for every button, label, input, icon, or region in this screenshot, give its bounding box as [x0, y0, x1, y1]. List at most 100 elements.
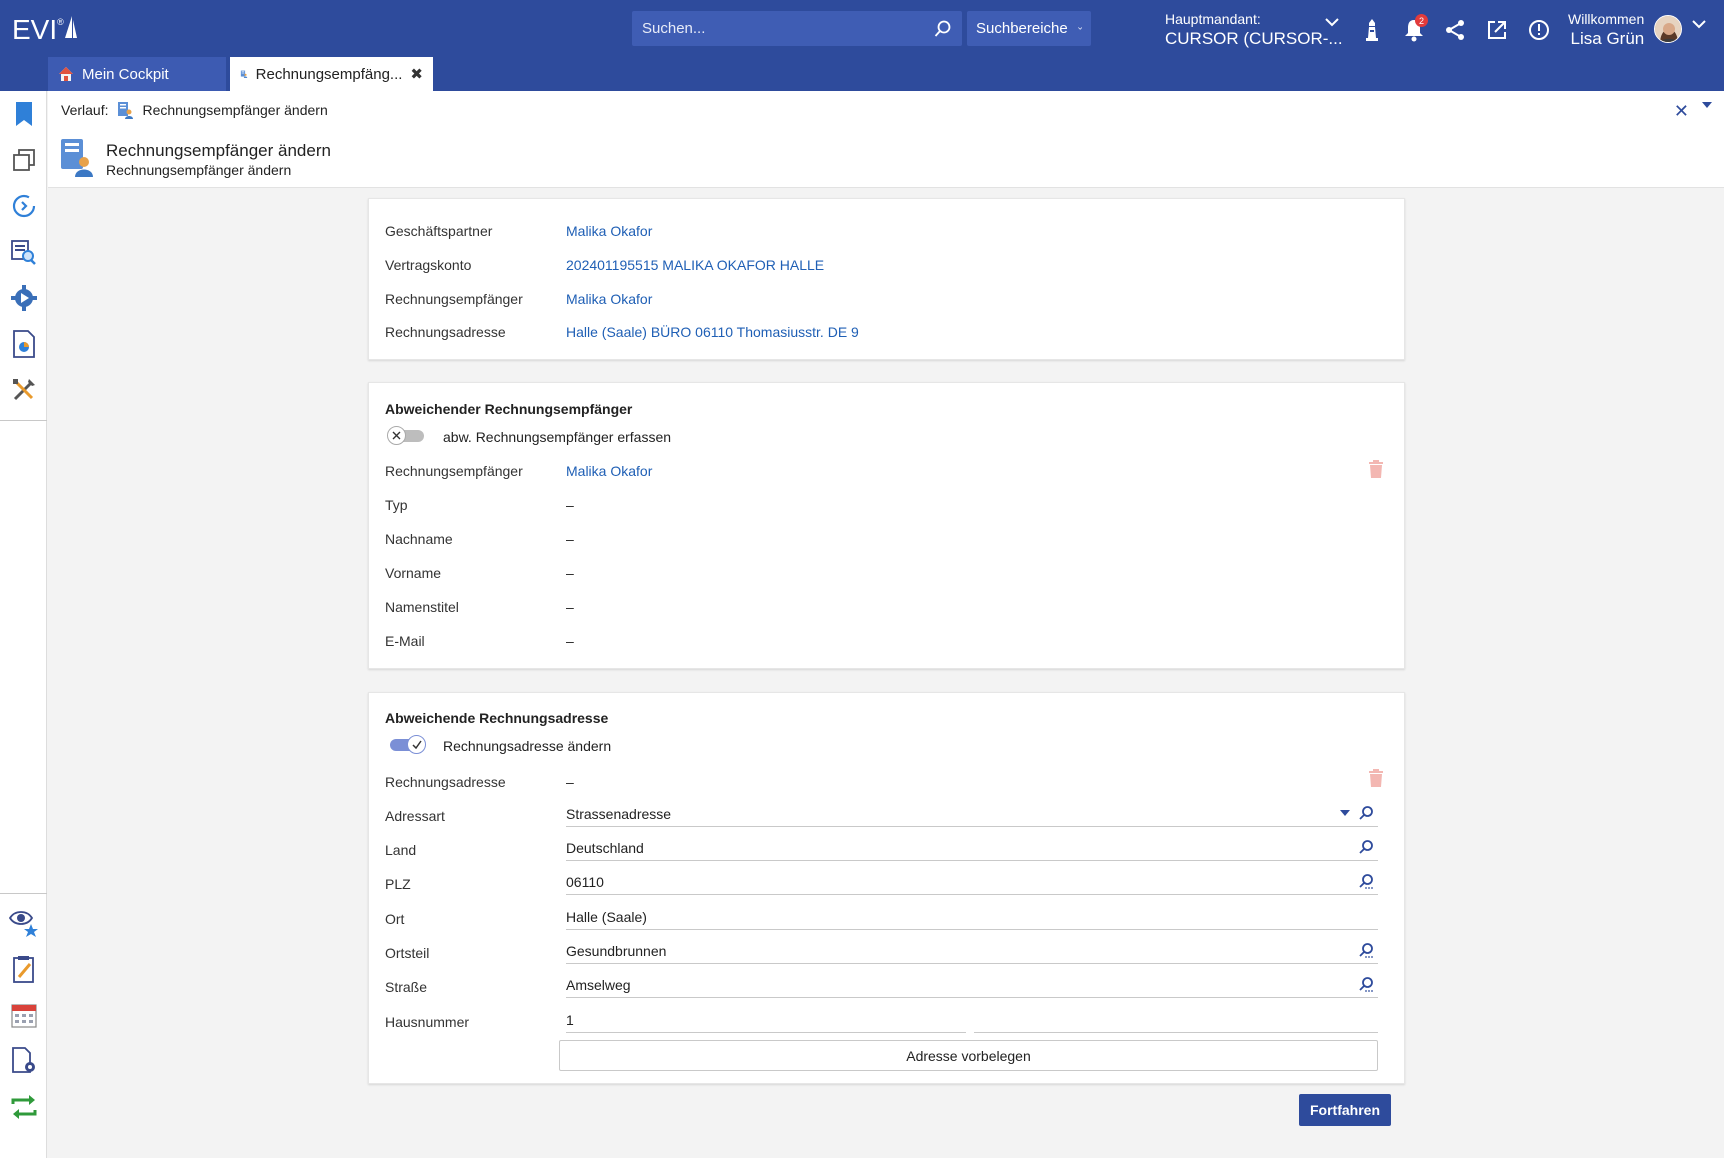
document-person-icon [118, 102, 134, 119]
field-value: – [566, 565, 574, 581]
close-icon[interactable]: ✕ [1674, 101, 1689, 122]
avatar[interactable] [1654, 15, 1682, 43]
tab-rechnungsempfaenger[interactable]: Rechnungsempfäng... ✖ [230, 57, 433, 91]
field-label: Namenstitel [385, 599, 459, 615]
house-number-suffix-input[interactable] [974, 1011, 1378, 1028]
search-icon[interactable] [1358, 839, 1374, 855]
share-icon[interactable] [1441, 16, 1469, 44]
field-label: Rechnungsempfänger [385, 463, 523, 479]
search-scope-dropdown[interactable]: Suchbereiche [967, 11, 1091, 46]
summary-label: Vertragskonto [385, 257, 472, 273]
toggle-knob [407, 735, 426, 754]
address-type-select[interactable] [566, 801, 1378, 827]
search-list-icon[interactable] [9, 237, 39, 267]
mandant-label: Hauptmandant: [1165, 11, 1261, 27]
mandant-value: CURSOR (CURSOR-... [1165, 29, 1343, 48]
notepad-icon[interactable] [9, 954, 39, 984]
recipient-link[interactable]: Malika Okafor [566, 463, 652, 479]
welcome-label: Willkommen [1568, 11, 1645, 27]
info-icon[interactable] [1525, 16, 1553, 44]
search-more-icon[interactable] [1358, 942, 1374, 958]
field-label: Ort [385, 911, 405, 927]
search-icon[interactable] [934, 20, 952, 38]
postal-code-field[interactable] [566, 869, 1378, 895]
field-label: E-Mail [385, 633, 425, 649]
breadcrumb: Verlauf: Rechnungsempfänger ändern [61, 101, 328, 119]
document-person-icon [240, 70, 248, 78]
contract-account-link[interactable]: 202401195515 MALIKA OKAFOR HALLE [566, 257, 824, 273]
city-input[interactable] [566, 908, 1378, 925]
caret-down-icon[interactable] [1702, 102, 1712, 108]
city-field[interactable] [566, 904, 1378, 930]
invoice-recipient-link[interactable]: Malika Okafor [566, 291, 652, 307]
external-link-icon[interactable] [1483, 16, 1511, 44]
field-label: Land [385, 842, 417, 858]
search-icon[interactable] [1358, 805, 1374, 821]
app-logo[interactable]: EVI ® [12, 14, 78, 46]
street-input[interactable] [566, 976, 1378, 993]
field-label: Straße [385, 979, 428, 995]
sync-icon[interactable] [9, 1092, 39, 1122]
chevron-down-icon[interactable] [1692, 20, 1706, 29]
postal-code-input[interactable] [566, 873, 1378, 890]
breadcrumb-item[interactable]: Rechnungsempfänger ändern [142, 102, 327, 118]
logo-text: EVI [12, 14, 58, 45]
sailboat-icon [64, 16, 77, 38]
district-field[interactable] [566, 938, 1378, 964]
continue-button[interactable]: Fortfahren [1299, 1094, 1391, 1126]
chevron-down-icon[interactable] [1325, 18, 1339, 27]
document-settings-icon[interactable] [9, 1046, 39, 1076]
address-type-input[interactable] [566, 805, 1378, 822]
trash-icon[interactable] [1368, 768, 1384, 788]
district-input[interactable] [566, 942, 1378, 959]
alternate-recipient-toggle[interactable] [387, 426, 427, 445]
calendar-icon[interactable] [9, 1000, 39, 1030]
gear-play-icon[interactable] [9, 283, 39, 313]
prefill-address-button[interactable]: Adresse vorbelegen [559, 1040, 1378, 1071]
field-label: Hausnummer [385, 1014, 470, 1030]
left-sidebar [0, 91, 47, 1158]
street-field[interactable] [566, 972, 1378, 998]
field-value: – [566, 599, 574, 615]
search-more-icon[interactable] [1358, 976, 1374, 992]
address-change-toggle[interactable] [387, 735, 427, 754]
document-person-icon [61, 139, 93, 177]
section-title: Abweichende Rechnungsadresse [385, 710, 609, 726]
page-subtitle: Rechnungsempfänger ändern [106, 162, 292, 178]
bookmark-icon[interactable] [9, 99, 39, 129]
watchlist-icon[interactable] [9, 908, 39, 938]
lighthouse-icon[interactable] [1358, 16, 1386, 44]
section-title: Abweichender Rechnungsempfänger [385, 401, 633, 417]
country-input[interactable] [566, 839, 1378, 856]
field-value: – [566, 633, 574, 649]
country-field[interactable] [566, 835, 1378, 861]
tab-label: Mein Cockpit [82, 65, 169, 83]
summary-label: Rechnungsadresse [385, 324, 506, 340]
sidebar-divider [0, 420, 47, 421]
caret-down-icon[interactable] [1340, 810, 1350, 816]
house-number-suffix-field[interactable] [974, 1007, 1378, 1033]
house-number-field[interactable] [566, 1007, 966, 1033]
history-icon[interactable] [9, 191, 39, 221]
close-icon[interactable]: ✖ [410, 65, 423, 83]
field-label: Ortsteil [385, 945, 430, 961]
search-input[interactable] [642, 20, 934, 37]
trash-icon[interactable] [1368, 459, 1384, 479]
business-partner-link[interactable]: Malika Okafor [566, 223, 652, 239]
windows-icon[interactable] [9, 145, 39, 175]
home-icon [59, 67, 73, 81]
field-value: – [566, 774, 574, 790]
bell-icon[interactable]: 2 [1400, 14, 1428, 44]
sidebar-divider [0, 893, 47, 894]
tab-label: Rechnungsempfäng... [255, 65, 403, 83]
search-box [632, 11, 962, 46]
mandant-selector[interactable]: Hauptmandant: CURSOR (CURSOR-... [1165, 11, 1343, 49]
tab-mein-cockpit[interactable]: Mein Cockpit [48, 57, 226, 91]
search-more-icon[interactable] [1358, 873, 1374, 889]
tools-icon[interactable] [9, 375, 39, 405]
report-chart-icon[interactable] [9, 329, 39, 359]
house-number-input[interactable] [566, 1011, 966, 1028]
user-name: Lisa Grün [1570, 29, 1645, 48]
invoice-address-link[interactable]: Halle (Saale) BÜRO 06110 Thomasiusstr. D… [566, 324, 859, 340]
summary-card: Geschäftspartner Malika Okafor Vertragsk… [368, 198, 1405, 360]
